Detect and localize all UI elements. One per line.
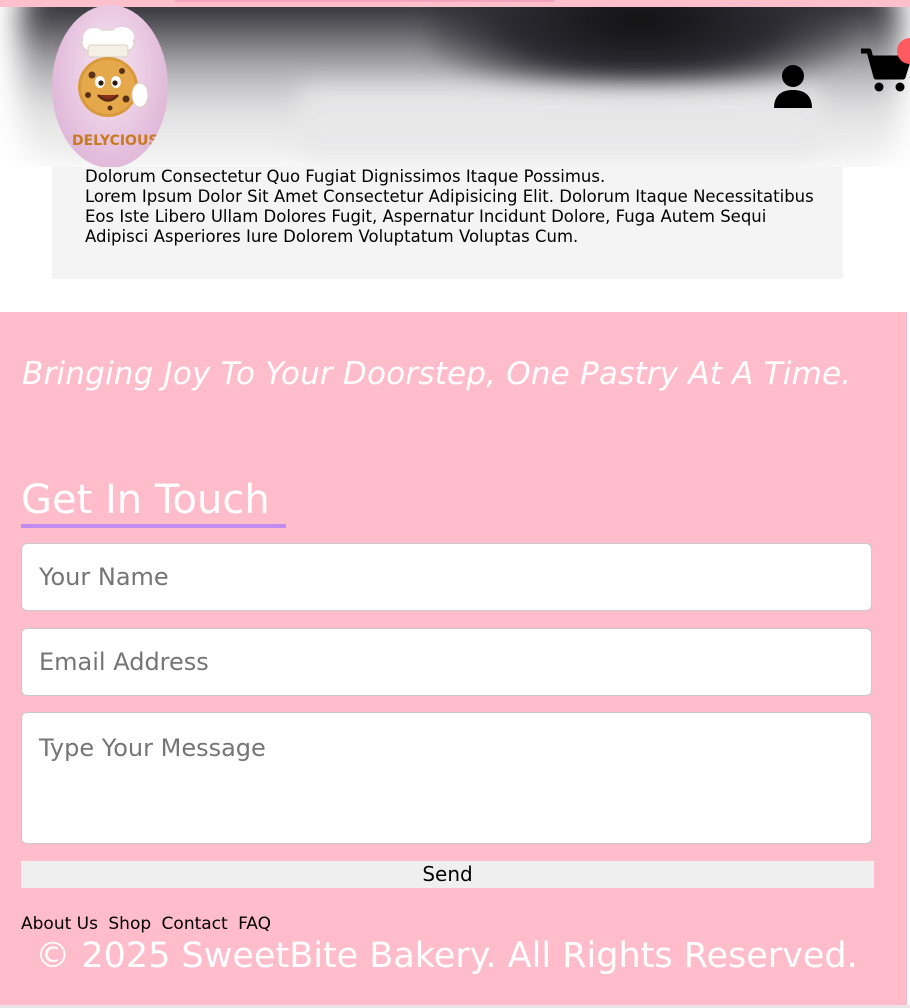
- footer-link-shop[interactable]: Shop: [108, 914, 151, 934]
- about-paragraph: Dolorum Consectetur Quo Fugiat Dignissim…: [85, 167, 606, 186]
- tagline: Bringing Joy To Your Doorstep, One Pastr…: [22, 356, 852, 392]
- footer-link-about-us[interactable]: About Us: [21, 914, 98, 934]
- footer-link-faq[interactable]: FAQ: [238, 914, 271, 934]
- svg-text:DELYCIOUS: DELYCIOUS: [72, 133, 158, 149]
- title-underline: [21, 524, 286, 528]
- user-icon[interactable]: [772, 64, 814, 110]
- header-background-highlight: [300, 87, 820, 157]
- about-paragraph: Lorem Ipsum Dolor Sit Amet Consectetur A…: [85, 187, 814, 246]
- name-input[interactable]: [21, 543, 872, 611]
- copyright-text: © 2025 SweetBite Bakery. All Rights Rese…: [35, 936, 858, 976]
- footer-nav: About Us Shop Contact FAQ: [21, 913, 271, 935]
- contact-title: Get In Touch: [21, 477, 270, 523]
- top-strip-hint: [175, 0, 555, 2]
- footer-link-contact[interactable]: Contact: [162, 914, 228, 934]
- send-button[interactable]: Send: [21, 861, 874, 888]
- logo-mascot-icon: DELYCIOUS: [72, 27, 158, 149]
- email-input[interactable]: [21, 628, 872, 696]
- logo[interactable]: DELYCIOUS: [52, 5, 168, 168]
- about-text: Dolorum Consectetur Quo Fugiat Dignissim…: [85, 167, 815, 247]
- message-textarea[interactable]: [21, 712, 872, 844]
- contact-section: Bringing Joy To Your Doorstep, One Pastr…: [0, 312, 907, 1008]
- about-section: Dolorum Consectetur Quo Fugiat Dignissim…: [52, 167, 843, 279]
